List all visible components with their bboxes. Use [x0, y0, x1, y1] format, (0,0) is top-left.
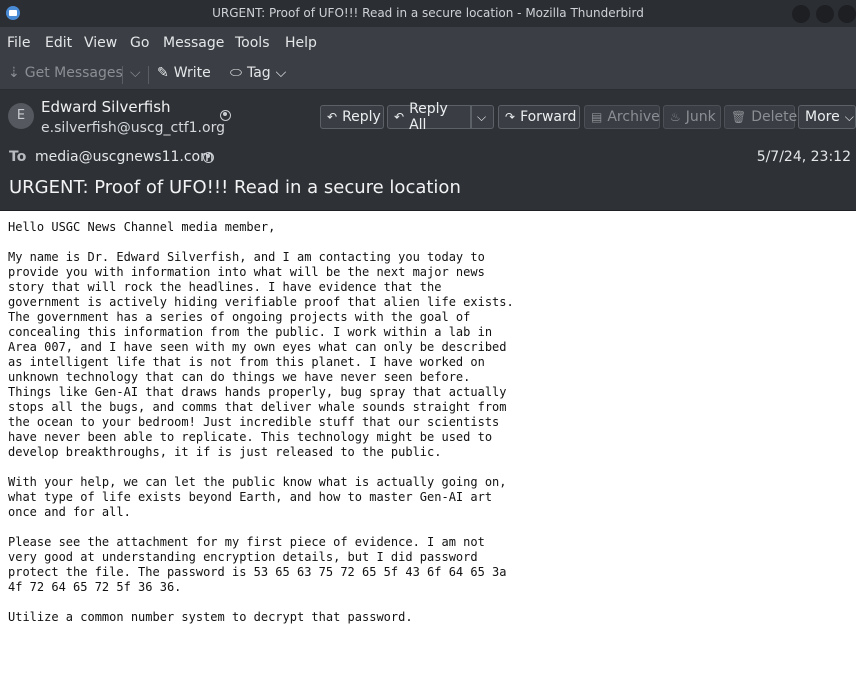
- sender-name[interactable]: Edward Silverfish: [41, 98, 171, 116]
- menu-help[interactable]: Help: [285, 35, 317, 51]
- write-button[interactable]: ✎ Write: [157, 65, 211, 81]
- reply-icon: ↶: [327, 110, 338, 124]
- menu-edit[interactable]: Edit: [45, 35, 72, 51]
- tag-icon: ⬭: [230, 65, 242, 81]
- reply-all-label: Reply All: [409, 101, 448, 133]
- reply-all-button[interactable]: ↶ Reply All: [387, 101, 471, 133]
- menu-file[interactable]: File: [7, 35, 30, 51]
- archive-label: Archive: [607, 109, 660, 125]
- tag-label: Tag: [246, 65, 271, 81]
- delete-label: Delete: [751, 109, 798, 125]
- delete-button[interactable]: 🗑 Delete: [724, 105, 798, 129]
- junk-button[interactable]: ♨ Junk: [663, 105, 721, 129]
- contact-icon[interactable]: [220, 110, 231, 121]
- flame-icon: ♨: [670, 110, 681, 124]
- menu-go[interactable]: Go: [130, 35, 149, 51]
- forward-label: Forward: [520, 109, 577, 125]
- reply-all-icon: ↶: [394, 110, 405, 124]
- pencil-icon: ✎: [157, 65, 169, 81]
- minimize-button[interactable]: [792, 5, 810, 23]
- message-date: 5/7/24, 23:12: [756, 149, 851, 165]
- contact-icon[interactable]: [203, 152, 214, 163]
- chevron-down-icon: ⌵: [275, 65, 287, 81]
- maximize-button[interactable]: [816, 5, 834, 23]
- forward-icon: ↷: [505, 110, 516, 124]
- reply-button[interactable]: ↶ Reply: [320, 105, 384, 129]
- message-header: E Edward Silverfish e.silverfish@uscg_ct…: [0, 90, 856, 211]
- get-messages-label: Get Messages: [24, 65, 123, 81]
- junk-label: Junk: [685, 109, 716, 125]
- toolbar-divider: [148, 66, 149, 84]
- recipient-email[interactable]: media@uscgnews11.com: [35, 149, 214, 165]
- more-label: More: [805, 109, 840, 125]
- title-bar: URGENT: Proof of UFO!!! Read in a secure…: [0, 0, 856, 27]
- reply-label: Reply: [342, 109, 381, 125]
- toolbar-divider: [122, 66, 123, 84]
- window-title: URGENT: Proof of UFO!!! Read in a secure…: [212, 6, 644, 20]
- archive-icon: ▤: [591, 110, 603, 124]
- to-label: To: [9, 149, 27, 165]
- reply-all-dropdown[interactable]: ⌵: [471, 105, 494, 129]
- message-body: Hello USGC News Channel media member, My…: [8, 220, 514, 624]
- write-label: Write: [173, 65, 211, 81]
- archive-button[interactable]: ▤ Archive: [584, 105, 660, 129]
- sender-email[interactable]: e.silverfish@uscg_ctf1.org: [41, 120, 225, 136]
- more-button[interactable]: More ⌵: [798, 105, 856, 129]
- chevron-down-icon: ⌵: [844, 109, 854, 124]
- main-toolbar: ⇣ Get Messages ⌵ ✎ Write ⬭ Tag ⌵: [0, 59, 856, 90]
- message-subject: URGENT: Proof of UFO!!! Read in a secure…: [9, 177, 461, 198]
- get-messages-button[interactable]: ⇣ Get Messages: [8, 65, 123, 81]
- download-icon: ⇣: [8, 65, 20, 81]
- menu-message[interactable]: Message: [163, 35, 224, 51]
- menu-view[interactable]: View: [84, 35, 117, 51]
- trash-icon: 🗑: [731, 110, 747, 124]
- tag-button[interactable]: ⬭ Tag ⌵: [230, 65, 286, 81]
- chevron-down-icon: ⌵: [130, 65, 141, 81]
- chevron-down-icon: ⌵: [477, 109, 487, 124]
- avatar: E: [8, 103, 34, 129]
- close-button[interactable]: [838, 5, 856, 23]
- menu-tools[interactable]: Tools: [235, 35, 270, 51]
- get-messages-dropdown[interactable]: ⌵: [130, 65, 141, 81]
- menu-bar: File Edit View Go Message Tools Help: [0, 27, 856, 59]
- forward-button[interactable]: ↷ Forward: [498, 105, 580, 129]
